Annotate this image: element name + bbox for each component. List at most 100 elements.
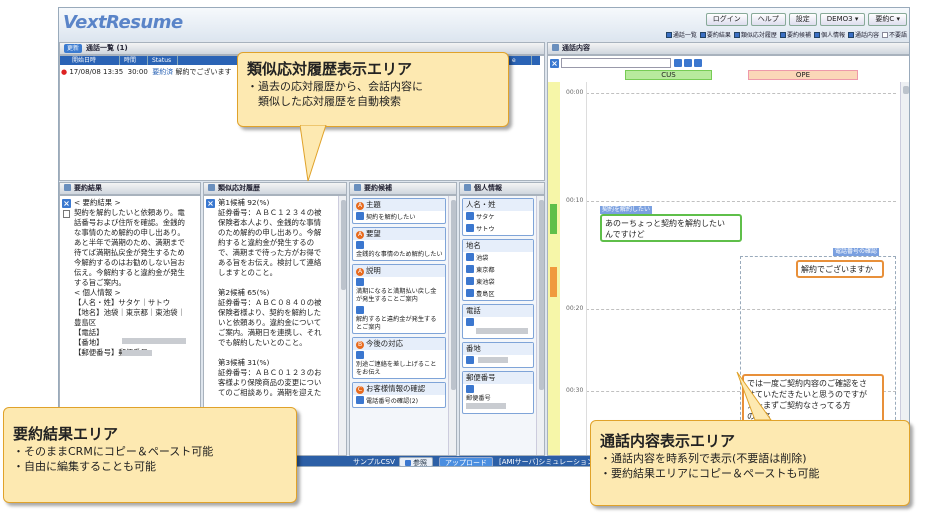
scroll-thumb[interactable] bbox=[341, 200, 346, 290]
toggle-call-list[interactable]: 通話一覧 bbox=[665, 30, 697, 39]
summary-mode-select[interactable]: 要約C ▾ bbox=[868, 13, 907, 26]
personal-item[interactable]: サタケ bbox=[463, 211, 533, 223]
header-buttons: ログイン ヘルプ 設定 DEMO3 ▾ 要約C ▾ bbox=[705, 13, 907, 26]
time-label: 00:30 bbox=[566, 387, 584, 394]
candidate-item[interactable]: 別途ご連絡を差し上げること をお伝え bbox=[353, 350, 445, 378]
search-icon bbox=[466, 253, 474, 261]
candidates-scrollbar[interactable] bbox=[448, 196, 456, 455]
search-icon bbox=[356, 212, 364, 220]
scroll-thumb[interactable] bbox=[451, 200, 456, 390]
toggle-candidates[interactable]: 要約候補 bbox=[779, 30, 811, 39]
personal-item[interactable] bbox=[463, 317, 533, 338]
search-icon bbox=[466, 318, 474, 326]
candidate-item[interactable]: 解約すると違約金が発生する とご案内 bbox=[353, 305, 445, 333]
candidate-group-subject: A 主題 契約を解約したい bbox=[352, 198, 446, 224]
table-row[interactable]: ● 17/08/08 13:35 30:00 要約済 解約でございます bbox=[61, 67, 232, 77]
bubble-ope[interactable]: 解約でございますか bbox=[796, 260, 884, 278]
personal-item[interactable]: サトウ bbox=[463, 223, 533, 235]
demo-select[interactable]: DEMO3 ▾ bbox=[819, 13, 866, 26]
time-label: 00:00 bbox=[566, 89, 584, 96]
personal-group-place: 地名 池袋 東京都 東池袋 豊島区 bbox=[462, 239, 534, 301]
toggle-history[interactable]: 類似応対履歴 bbox=[733, 30, 777, 39]
col-extra[interactable]: e bbox=[508, 56, 532, 65]
personal-item[interactable]: 池袋 bbox=[463, 252, 533, 264]
toggle-personal[interactable]: 個人情報 bbox=[813, 30, 845, 39]
time-divider bbox=[586, 201, 896, 202]
personal-item[interactable]: 東京都 bbox=[463, 264, 533, 276]
close-icon[interactable]: × bbox=[62, 199, 71, 208]
candidate-group-customer-info: C お客様情報の確認 電話番号の確認(2) bbox=[352, 382, 446, 408]
personal-group-postal: 郵便番号 郵便番号 bbox=[462, 371, 534, 414]
personal-item[interactable]: 東池袋 bbox=[463, 276, 533, 288]
document-icon bbox=[208, 184, 215, 191]
arrow-up-icon[interactable] bbox=[694, 59, 702, 67]
bubble-tag: 電話番号の確認 bbox=[833, 248, 880, 256]
candidate-group-followup: B 今後の対応 別途ご連絡を差し上げること をお伝え bbox=[352, 337, 446, 379]
help-button[interactable]: ヘルプ bbox=[750, 13, 786, 26]
toggle-filler-words[interactable]: 不要語 bbox=[881, 30, 907, 39]
candidate-item[interactable]: 金銭的な事情のため解約したい bbox=[353, 240, 445, 260]
personal-scrollbar[interactable] bbox=[536, 196, 544, 455]
browse-button[interactable]: 参照 bbox=[399, 457, 433, 466]
callout-summary-area: 要約結果エリア ・そのままCRMにコピー＆ペースト可能 ・自由に編集することも可… bbox=[3, 407, 297, 503]
scroll-thumb[interactable] bbox=[903, 86, 909, 94]
settings-button[interactable]: 設定 bbox=[788, 13, 817, 26]
col-status[interactable]: Status bbox=[148, 56, 178, 65]
bubble-cus[interactable]: あのーちょっと契約を解約したい んですけど bbox=[600, 214, 742, 242]
document-icon bbox=[64, 184, 71, 191]
search-icon[interactable] bbox=[674, 59, 682, 67]
search-icon bbox=[356, 278, 364, 286]
search-icon bbox=[466, 224, 474, 232]
time-divider bbox=[586, 93, 896, 94]
callout-title: 類似応対履歴表示エリア bbox=[247, 60, 413, 78]
copy-icon[interactable] bbox=[63, 210, 70, 218]
refresh-button[interactable]: 更新 bbox=[64, 44, 83, 53]
callout-line: ・通話内容を時系列で表示(不要語は削除) bbox=[600, 452, 807, 465]
personal-groups: 人名・姓 サタケ サトウ 地名 池袋 東京都 東池袋 豊島区 電話 番地 郵便番… bbox=[460, 196, 536, 416]
upload-button[interactable]: アップロード bbox=[439, 457, 493, 466]
ami-server-label: [AMIサーバ]シミュレーション bbox=[499, 458, 595, 466]
speaker-cus: CUS bbox=[625, 70, 712, 80]
arrow-down-icon[interactable] bbox=[684, 59, 692, 67]
search-icon bbox=[466, 265, 474, 273]
search-icon bbox=[356, 351, 364, 359]
candidate-item[interactable]: 満期になると満期払い戻し金 が発生することご案内 bbox=[353, 277, 445, 305]
callout-pointer bbox=[300, 125, 327, 182]
toggle-summary[interactable]: 要約結果 bbox=[699, 30, 731, 39]
login-button[interactable]: ログイン bbox=[705, 13, 748, 26]
candidate-item[interactable]: 契約を解約したい bbox=[353, 211, 445, 223]
call-content-header: 通話内容 bbox=[547, 42, 909, 55]
callout-title: 要約結果エリア bbox=[13, 425, 119, 443]
personal-group-name: 人名・姓 サタケ サトウ bbox=[462, 198, 534, 236]
redacted-value bbox=[478, 357, 508, 363]
search-icon bbox=[356, 396, 364, 404]
speaker-ope: OPE bbox=[748, 70, 858, 80]
scroll-thumb[interactable] bbox=[539, 200, 544, 390]
close-icon[interactable]: × bbox=[550, 59, 559, 68]
search-input[interactable] bbox=[561, 58, 671, 68]
callout-title: 通話内容表示エリア bbox=[600, 432, 736, 450]
candidate-group-request: A 要望 金銭的な事情のため解約したい bbox=[352, 227, 446, 261]
bubble-tag: 契約を解約したい bbox=[600, 206, 653, 214]
personal-header: 個人情報 bbox=[459, 182, 545, 195]
candidate-group-explanation: A 説明 満期になると満期払い戻し金 が発生することご案内 解約すると違約金が発生… bbox=[352, 264, 446, 334]
col-duration[interactable]: 時間 bbox=[120, 56, 148, 65]
personal-item[interactable]: 豊島区 bbox=[463, 288, 533, 300]
personal-item[interactable]: 郵便番号 bbox=[463, 384, 533, 413]
content-scrollbar[interactable] bbox=[900, 82, 909, 455]
callout-line: 類似した応対履歴を自動検索 bbox=[247, 95, 401, 108]
callout-content-area: 通話内容表示エリア ・通話内容を時系列で表示(不要語は削除) ・要約結果エリアに… bbox=[590, 420, 910, 506]
search-icon bbox=[466, 277, 474, 285]
redacted-value bbox=[476, 328, 528, 334]
personal-item[interactable] bbox=[463, 355, 533, 367]
history-scrollbar[interactable] bbox=[338, 196, 346, 455]
col-start[interactable]: 開始日時 bbox=[60, 56, 120, 65]
file-icon bbox=[405, 460, 411, 466]
callout-line: ・要約結果エリアにコピー＆ペーストも可能 bbox=[600, 467, 820, 480]
redacted-phone bbox=[122, 338, 186, 344]
close-icon[interactable]: × bbox=[206, 199, 215, 208]
personal-group-phone: 電話 bbox=[462, 304, 534, 339]
candidate-item[interactable]: 電話番号の確認(2) bbox=[353, 395, 445, 407]
download-icon bbox=[552, 44, 559, 51]
toggle-content[interactable]: 通話内容 bbox=[847, 30, 879, 39]
